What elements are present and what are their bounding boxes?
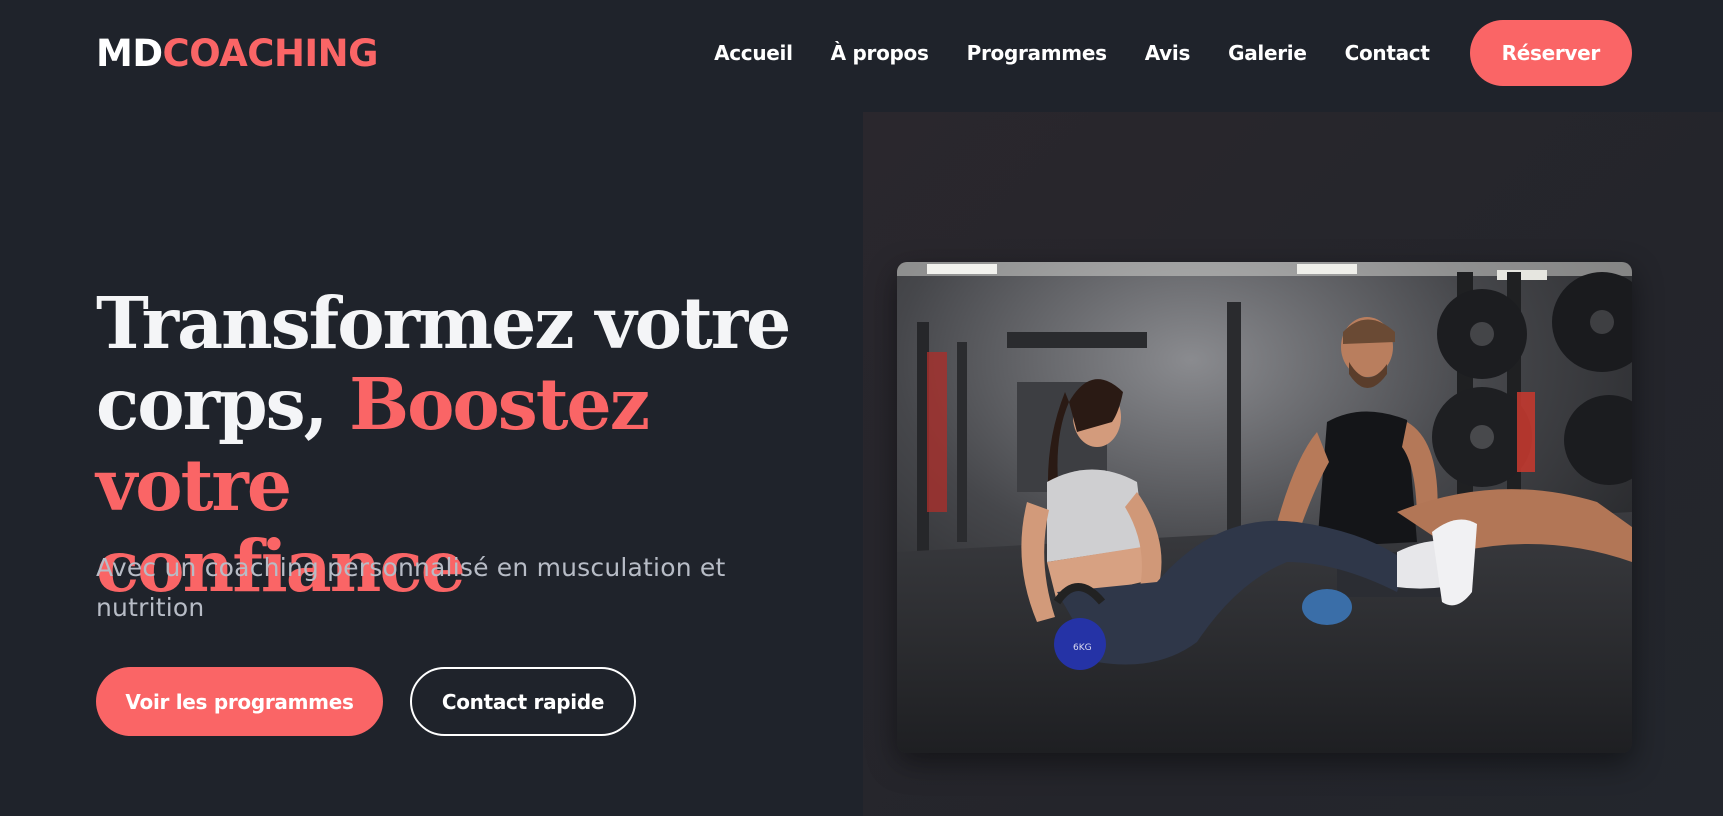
nav-link-avis[interactable]: Avis: [1145, 41, 1191, 65]
reserve-button[interactable]: Réserver: [1469, 20, 1632, 86]
kettlebell-label: 6KG: [1073, 643, 1092, 653]
nav-link-galerie[interactable]: Galerie: [1228, 41, 1307, 65]
logo[interactable]: MDCOACHING: [96, 30, 379, 78]
nav-link-accueil[interactable]: Accueil: [714, 41, 793, 65]
logo-coaching: COACHING: [162, 32, 379, 75]
site-header: MDCOACHING Accueil À propos Programmes A…: [0, 0, 1723, 110]
quick-contact-button[interactable]: Contact rapide: [410, 667, 636, 736]
gym-photo-illustration: 6KG: [897, 262, 1632, 753]
nav-link-a-propos[interactable]: À propos: [831, 41, 929, 65]
view-programs-button[interactable]: Voir les programmes: [96, 667, 383, 736]
nav-link-programmes[interactable]: Programmes: [967, 41, 1107, 65]
hero-subtitle: Avec un coaching personnalisé en muscula…: [96, 553, 726, 622]
main-nav: Accueil À propos Programmes Avis Galerie…: [714, 20, 1632, 86]
nav-link-contact[interactable]: Contact: [1345, 41, 1430, 65]
logo-md: MD: [96, 32, 163, 75]
hero-title-line2-plain: corps,: [96, 362, 350, 446]
hero-photo: 6KG: [897, 262, 1632, 753]
hero-title-line1: Transformez votre: [96, 281, 791, 365]
